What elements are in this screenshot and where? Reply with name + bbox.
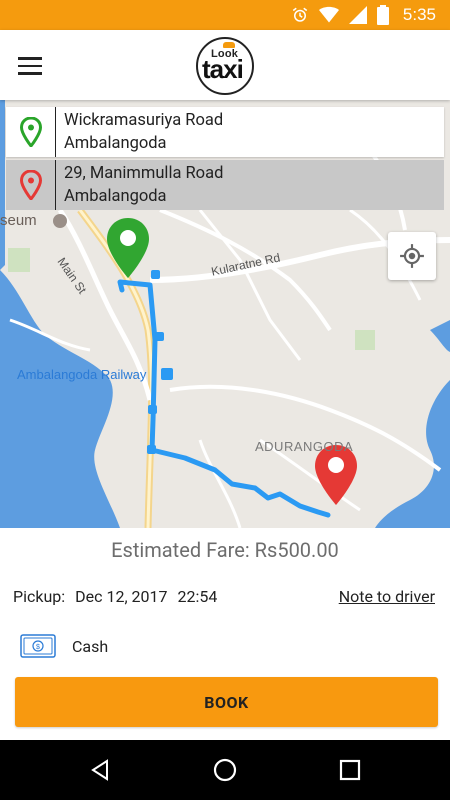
- nav-home-button[interactable]: [211, 756, 239, 784]
- dropoff-line1: 29, Manimmulla Road: [64, 164, 224, 183]
- signal-icon: [348, 6, 367, 24]
- pickup-time: 22:54: [177, 587, 218, 606]
- svg-text:$: $: [36, 644, 40, 651]
- note-to-driver-link[interactable]: Note to driver: [339, 587, 435, 606]
- map-label-museum: seum: [0, 212, 37, 229]
- app-bar: Look taxi: [0, 30, 450, 100]
- pickup-line1: Wickramasuriya Road: [64, 111, 224, 130]
- menu-icon: [18, 57, 42, 60]
- pickup-address-text: Wickramasuriya Road Ambalangoda: [56, 109, 223, 155]
- map-label-railway: Ambalangoda Railway: [17, 367, 147, 382]
- pickup-time-label: Pickup:: [13, 587, 66, 606]
- pickup-map-pin-icon[interactable]: [107, 218, 149, 278]
- dropoff-address-card[interactable]: 29, Manimmulla Road Ambalangoda: [6, 160, 444, 210]
- red-pin-icon: [19, 170, 42, 200]
- cash-icon: $: [20, 634, 56, 658]
- recents-square-icon: [339, 759, 361, 781]
- dropoff-map-pin-icon[interactable]: [315, 445, 357, 505]
- my-location-button[interactable]: [388, 232, 436, 280]
- map-label-adurangoda: ADURANGODA: [255, 439, 354, 454]
- logo-main-text: taxi: [202, 54, 244, 84]
- system-nav-bar: [0, 740, 450, 800]
- battery-icon: [376, 5, 389, 25]
- app-logo: Look taxi: [196, 37, 254, 95]
- book-button[interactable]: BOOK: [15, 677, 438, 727]
- nav-recents-button[interactable]: [336, 756, 364, 784]
- payment-method-row[interactable]: $ Cash: [20, 634, 108, 658]
- home-circle-icon: [213, 758, 237, 782]
- dropoff-line2: Ambalangoda: [64, 187, 167, 206]
- status-bar: 5:35: [0, 0, 450, 30]
- crosshair-icon: [400, 244, 424, 268]
- pickup-address-card[interactable]: Wickramasuriya Road Ambalangoda: [6, 107, 444, 157]
- estimated-fare: Estimated Fare: Rs500.00: [111, 538, 339, 562]
- pickup-line2: Ambalangoda: [64, 134, 167, 153]
- pickup-pin-icon-box: [6, 107, 56, 157]
- menu-button[interactable]: [18, 52, 52, 80]
- dropoff-address-text: 29, Manimmulla Road Ambalangoda: [56, 162, 223, 208]
- payment-method-label: Cash: [72, 636, 109, 656]
- pickup-time-row[interactable]: Pickup: Dec 12, 2017 22:54: [13, 587, 217, 606]
- green-pin-icon: [19, 117, 42, 147]
- pickup-date: Dec 12, 2017: [75, 587, 168, 606]
- status-time: 5:35: [402, 5, 436, 24]
- alarm-icon: [292, 7, 308, 22]
- back-triangle-icon: [91, 759, 108, 781]
- wifi-icon: [318, 6, 339, 23]
- dropoff-pin-icon-box: [6, 160, 56, 210]
- nav-back-button[interactable]: [86, 756, 114, 784]
